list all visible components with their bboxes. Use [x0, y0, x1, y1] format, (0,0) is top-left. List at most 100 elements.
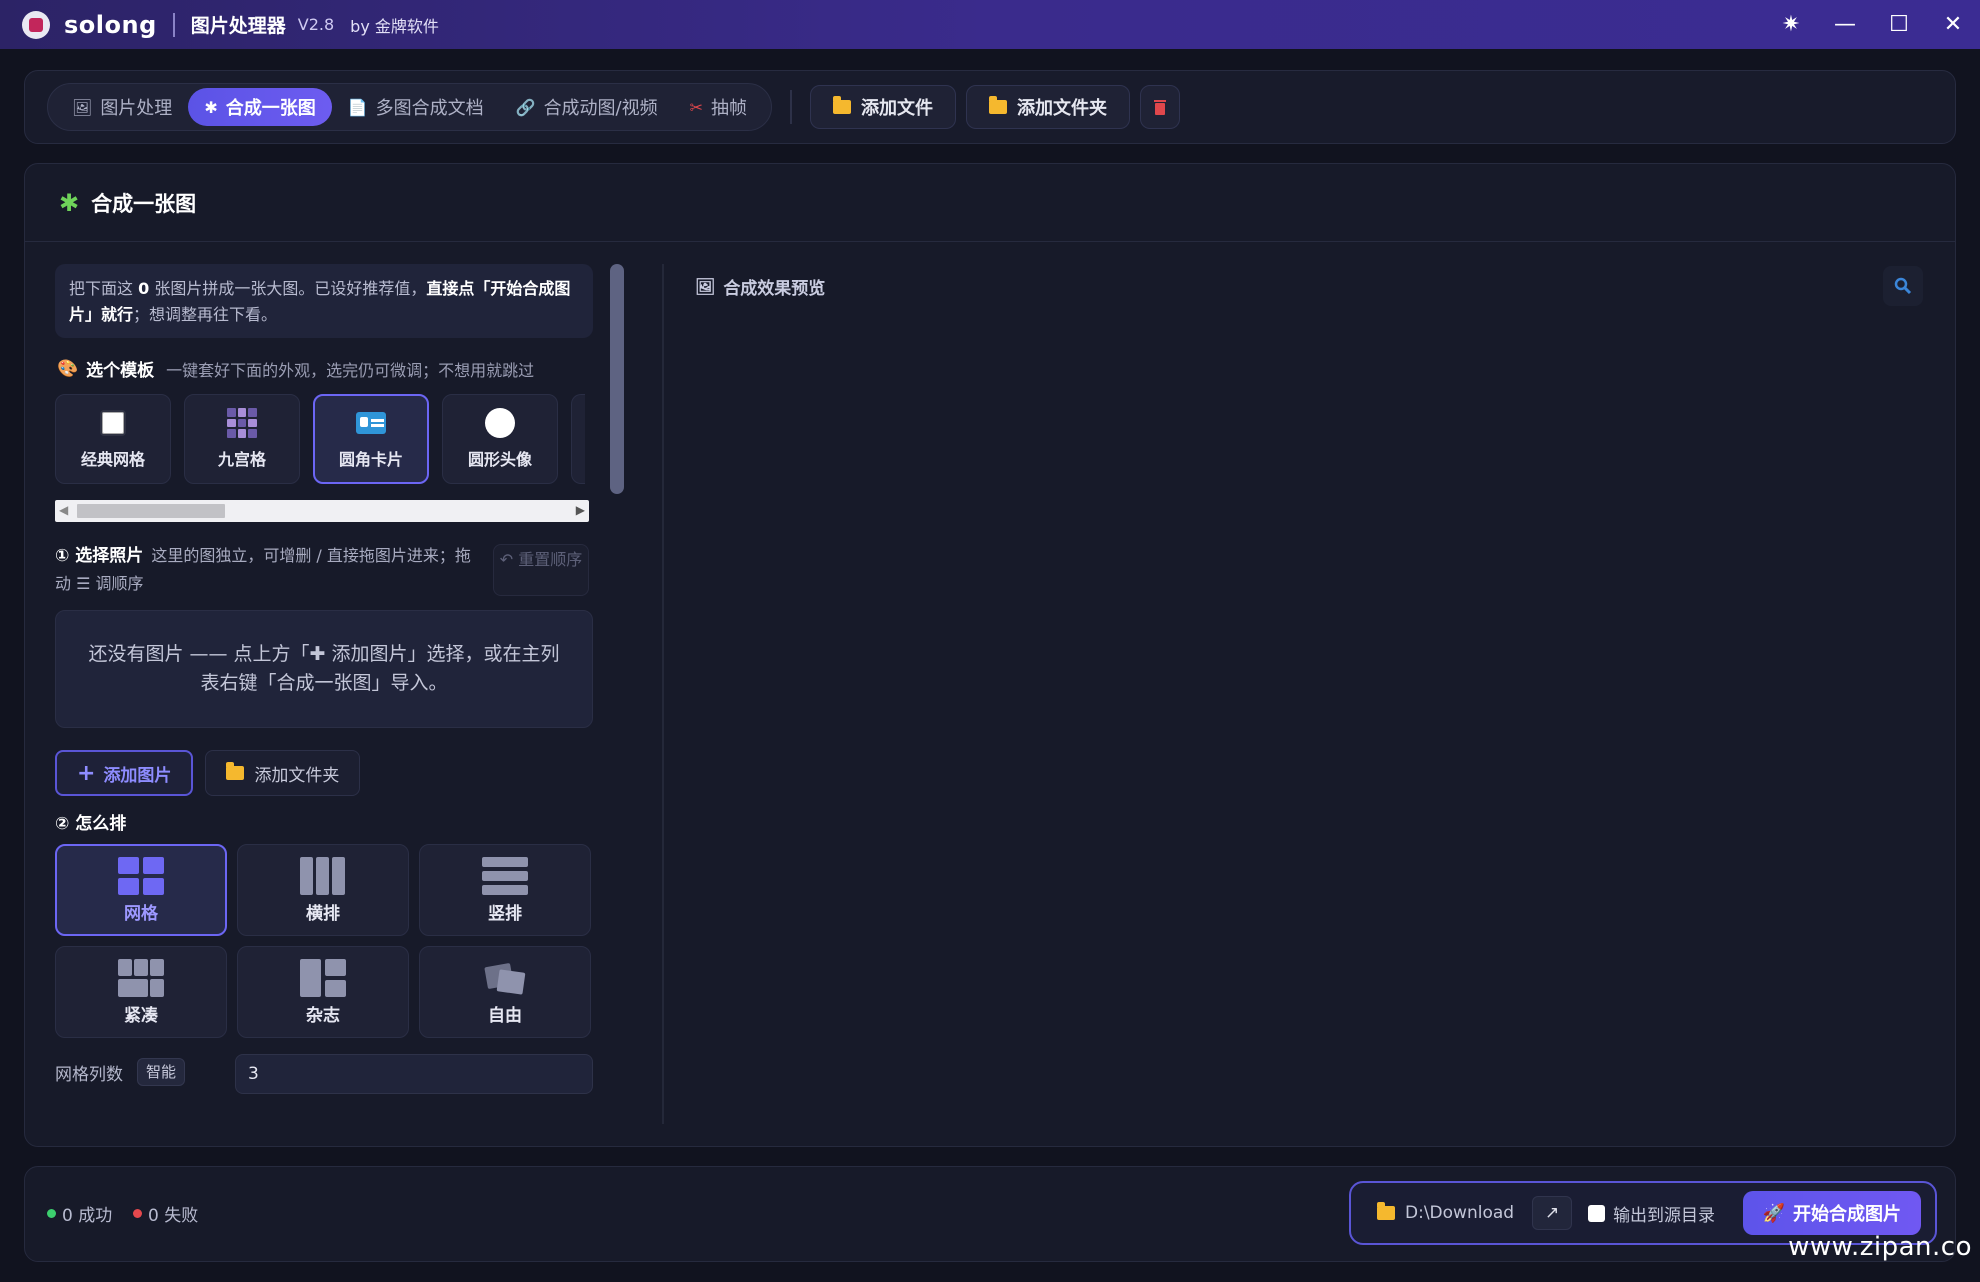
success-dot	[47, 1209, 56, 1218]
layout-compact[interactable]: 紧凑	[55, 946, 227, 1038]
tab-merge-animation[interactable]: 🔗 合成动图/视频	[500, 88, 674, 126]
compact-icon	[118, 958, 164, 997]
add-images-button[interactable]: + 添加图片	[55, 750, 194, 796]
tab-merge-one[interactable]: ✱ 合成一张图	[188, 88, 332, 126]
info-text: ；想调整再往下看。	[133, 305, 278, 324]
tab-image-process[interactable]: 🖼 图片处理	[56, 88, 188, 126]
template-next-partial[interactable]	[571, 394, 585, 484]
theme-toggle-icon[interactable]: ✷	[1764, 0, 1818, 49]
scroll-right-icon[interactable]: ▶	[576, 503, 585, 517]
puzzle-icon: ✱	[59, 188, 80, 217]
folder-icon	[833, 96, 852, 114]
template-label: 经典网格	[80, 450, 145, 469]
layout-vertical[interactable]: 竖排	[419, 844, 591, 936]
grid-columns-row: 网格列数 智能 3	[55, 1054, 593, 1094]
toolbar-divider	[790, 90, 793, 124]
layout-label: 杂志	[306, 1005, 340, 1026]
column-divider	[662, 264, 664, 1124]
tab-merge-document[interactable]: 📄 多图合成文档	[332, 88, 500, 126]
empty-image-list: 还没有图片 —— 点上方「✚ 添加图片」选择，或在主列表右键「合成一张图」导入。	[55, 610, 593, 728]
layout-horizontal[interactable]: 横排	[237, 844, 409, 936]
app-name: solong	[64, 10, 157, 39]
link-icon: 🔗	[515, 97, 536, 117]
template-rounded-card[interactable]: 圆角卡片	[313, 394, 429, 484]
merge-panel: ✱ 合成一张图 把下面这 0 张图片拼成一张大图。已设好推荐值，直接点「开始合成…	[24, 163, 1956, 1147]
id-card-icon	[356, 412, 386, 434]
tab-label: 抽帧	[711, 98, 748, 119]
empty-message: 还没有图片 —— 点上方「✚ 添加图片」选择，或在主列表右键「合成一张图」导入。	[88, 643, 560, 694]
template-nine-grid[interactable]: 九宫格	[184, 394, 300, 484]
template-hint: 一键套好下面的外观，选完仍可微调；不想用就跳过	[166, 360, 535, 380]
grid-columns-input[interactable]: 3	[235, 1054, 593, 1094]
tab-extract-frames[interactable]: ✂ 抽帧	[674, 88, 763, 126]
tab-label: 合成一张图	[225, 98, 316, 119]
layout-label: 横排	[306, 903, 340, 924]
reset-order-button[interactable]: ↶ 重置顺序	[493, 544, 589, 596]
status-bar: 0 成功 0 失败 D:\Download ↗ 输出到源目录 🚀 开始合成图片	[24, 1166, 1956, 1262]
window-controls: ✷ — ☐ ✕	[1764, 0, 1980, 49]
settings-column: 把下面这 0 张图片拼成一张大图。已设好推荐值，直接点「开始合成图片」就行；想调…	[55, 264, 624, 1134]
free-icon	[482, 959, 528, 997]
magazine-icon	[300, 958, 346, 997]
template-circle-avatar[interactable]: 圆形头像	[442, 394, 558, 484]
template-label: 圆形头像	[467, 450, 532, 469]
fail-count: 0 失败	[133, 1201, 198, 1226]
rows-icon	[482, 856, 528, 895]
rocket-icon: 🚀	[1762, 1202, 1785, 1224]
fail-label: 0 失败	[148, 1206, 199, 1226]
folder-icon	[1377, 1202, 1395, 1220]
scroll-left-icon[interactable]: ◀	[59, 503, 68, 517]
add-folder-button[interactable]: 添加文件夹	[966, 85, 1131, 129]
tab-label: 合成动图/视频	[543, 98, 658, 119]
close-icon[interactable]: ✕	[1926, 0, 1980, 49]
maximize-icon[interactable]: ☐	[1872, 0, 1926, 49]
app-version: V2.8	[297, 15, 335, 34]
scrollbar-thumb[interactable]	[77, 504, 225, 518]
step2-title: ② 怎么排	[55, 814, 127, 834]
layout-magazine[interactable]: 杂志	[237, 946, 409, 1038]
title-bar: solong 图片处理器 V2.8 by 金牌软件 ✷ — ☐ ✕	[0, 0, 1980, 49]
preview-title-label: 合成效果预览	[723, 279, 826, 299]
template-label: 九宫格	[217, 450, 266, 469]
app-logo-icon	[22, 10, 50, 39]
mode-tabs: 🖼 图片处理 ✱ 合成一张图 📄 多图合成文档 🔗 合成动图/视频 ✂ 抽帧	[47, 83, 773, 131]
output-path-selector[interactable]: D:\Download	[1377, 1202, 1515, 1223]
document-icon: 📄	[347, 97, 368, 117]
start-merge-button[interactable]: 🚀 开始合成图片	[1742, 1191, 1921, 1235]
open-folder-button[interactable]: ↗	[1532, 1196, 1573, 1230]
plus-icon: +	[77, 760, 96, 786]
template-title: 选个模板	[86, 361, 155, 381]
image-buttons: + 添加图片 添加文件夹	[55, 750, 361, 796]
minimize-icon[interactable]: —	[1818, 0, 1872, 49]
smart-toggle[interactable]: 智能	[137, 1058, 186, 1086]
add-folder-label: 添加文件夹	[1017, 98, 1108, 119]
success-label: 0 成功	[62, 1206, 113, 1226]
tab-label: 图片处理	[100, 98, 173, 119]
layout-label: 紧凑	[124, 1005, 158, 1026]
add-images-label: 添加图片	[103, 765, 172, 786]
layout-grid[interactable]: 网格	[55, 844, 227, 936]
info-banner: 把下面这 0 张图片拼成一张大图。已设好推荐值，直接点「开始合成图片」就行；想调…	[55, 264, 593, 338]
add-file-button[interactable]: 添加文件	[810, 85, 957, 129]
output-path: D:\Download	[1405, 1203, 1515, 1223]
add-image-folder-button[interactable]: 添加文件夹	[205, 750, 361, 796]
layout-free[interactable]: 自由	[419, 946, 591, 1038]
white-circle-icon	[485, 408, 515, 438]
template-scrollbar[interactable]: ◀ ▶	[55, 500, 589, 522]
template-list: 经典网格 九宫格 圆角卡片 圆形头像	[55, 394, 585, 484]
grid-icon	[118, 856, 164, 895]
tab-label: 多图合成文档	[375, 98, 484, 119]
output-to-source-checkbox[interactable]	[1588, 1204, 1606, 1222]
watermark: www.zipan.co	[1788, 1232, 1972, 1262]
panel-header: ✱ 合成一张图	[25, 164, 1955, 242]
nine-grid-icon	[227, 408, 257, 438]
template-classic-grid[interactable]: 经典网格	[55, 394, 171, 484]
settings-scrollbar[interactable]	[610, 264, 624, 494]
layout-label: 网格	[124, 903, 158, 924]
success-count: 0 成功	[47, 1201, 112, 1226]
clear-list-button[interactable]	[1140, 85, 1181, 129]
info-text: 张图片拼成一张大图。已设好推荐值，	[149, 279, 427, 298]
columns-icon	[300, 856, 346, 895]
template-label: 圆角卡片	[338, 450, 403, 469]
zoom-preview-button[interactable]	[1883, 266, 1923, 306]
